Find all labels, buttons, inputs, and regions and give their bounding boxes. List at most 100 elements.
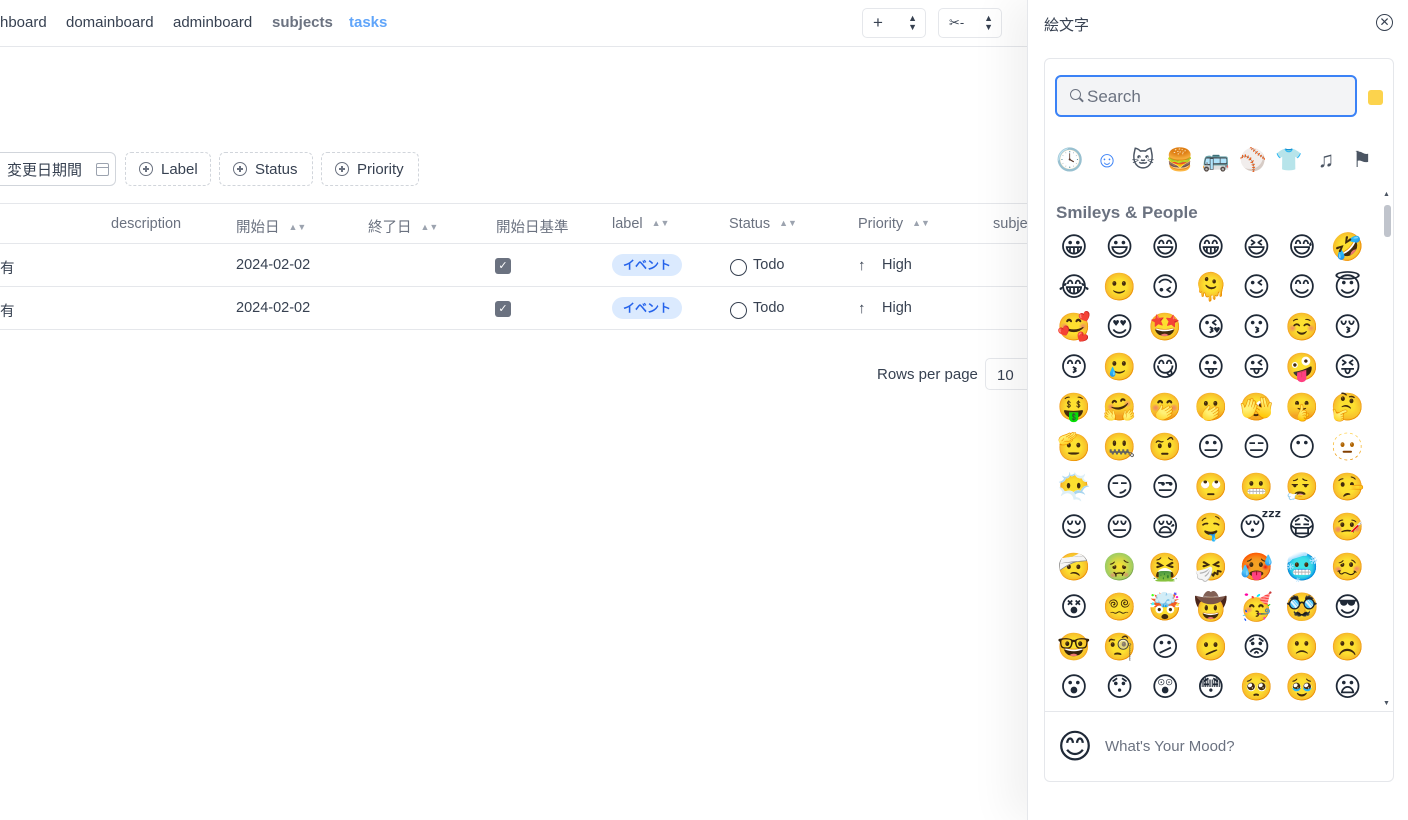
emoji-search-input[interactable] [1087,86,1347,108]
emoji-button[interactable]: 🧐 [1102,630,1138,666]
close-icon[interactable]: ✕ [1376,14,1393,31]
emoji-button[interactable]: 🫡 [1056,430,1092,466]
emoji-button[interactable]: 😶‍🌫️ [1056,470,1092,506]
emoji-button[interactable]: 😵‍💫 [1102,590,1138,626]
emoji-button[interactable]: 😎 [1330,590,1366,626]
scroll-up-icon[interactable]: ▲ [1382,191,1391,198]
nav-link-tasks[interactable]: tasks [349,14,387,31]
emoji-button[interactable]: 🥵 [1238,550,1274,586]
emoji-button[interactable]: 🥳 [1238,590,1274,626]
table-row[interactable]: 有 2024-02-02 ✓ イベント Todo ↑ High [0,244,1030,287]
skin-tone-selector[interactable] [1368,90,1383,105]
emoji-button[interactable]: 🤧 [1193,550,1229,586]
emoji-button[interactable]: 🤮 [1147,550,1183,586]
ball-icon[interactable]: ⚾ [1238,143,1268,177]
label-filter-button[interactable]: Label [125,152,211,186]
emoji-button[interactable]: 😷 [1284,510,1320,546]
nav-link-domainboard[interactable]: domainboard [66,14,154,31]
emoji-button[interactable]: 😅 [1284,230,1320,266]
flag-icon[interactable]: ⚑ [1347,143,1377,177]
emoji-button[interactable]: 😪 [1147,510,1183,546]
emoji-button[interactable]: 🥺 [1238,670,1274,706]
emoji-button[interactable]: 😄 [1147,230,1183,266]
emoji-button[interactable]: 🤯 [1147,590,1183,626]
emoji-button[interactable]: 🤤 [1193,510,1229,546]
emoji-button[interactable]: 🤪 [1284,350,1320,386]
status-filter-button[interactable]: Status [219,152,313,186]
emoji-button[interactable]: 🙃 [1147,270,1183,306]
emoji-search-box[interactable] [1055,75,1357,117]
start-basis-checkbox[interactable]: ✓ [495,301,511,317]
emoji-button[interactable]: 😘 [1193,310,1229,346]
tool-select[interactable]: ✂- ▲ ▼ [938,8,1002,38]
emoji-button[interactable]: 🫠 [1193,270,1229,306]
emoji-button[interactable]: 🥰 [1056,310,1092,346]
emoji-button[interactable]: 😙 [1056,350,1092,386]
header-end-date[interactable]: 終了日 ▲▼ [368,216,438,237]
table-row[interactable]: 有 2024-02-02 ✓ イベント Todo ↑ High [0,287,1030,330]
emoji-button[interactable]: 🤗 [1102,390,1138,426]
add-select[interactable]: + ▲ ▼ [862,8,926,38]
emoji-button[interactable]: 🙂 [1102,270,1138,306]
emoji-button[interactable]: 😲 [1147,670,1183,706]
emoji-button[interactable]: 🤩 [1147,310,1183,346]
emoji-button[interactable]: 🤒 [1330,510,1366,546]
emoji-button[interactable]: 😛 [1193,350,1229,386]
emoji-button[interactable]: 🤨 [1147,430,1183,466]
emoji-button[interactable]: 😁 [1193,230,1229,266]
emoji-button[interactable]: 😶 [1284,430,1320,466]
emoji-button[interactable]: 😜 [1238,350,1274,386]
emoji-button[interactable]: 🫥 [1330,430,1366,466]
emoji-button[interactable]: 🙁 [1284,630,1320,666]
smiley-icon[interactable]: ☺ [1092,143,1122,177]
scroll-down-icon[interactable]: ▼ [1382,700,1391,707]
emoji-button[interactable]: 😟 [1238,630,1274,666]
emoji-button[interactable]: 🤭 [1147,390,1183,426]
header-label[interactable]: label ▲▼ [612,216,669,232]
emoji-button[interactable]: 😴 [1238,510,1281,546]
scrollbar[interactable]: ▲ ▼ [1382,191,1391,707]
emoji-button[interactable]: 🤢 [1102,550,1138,586]
emoji-button[interactable]: 😑 [1238,430,1274,466]
emoji-button[interactable]: 🤐 [1102,430,1138,466]
nav-link-adminboard[interactable]: adminboard [173,14,252,31]
emoji-button[interactable]: 🤑 [1056,390,1092,426]
emoji-button[interactable]: 🤕 [1056,550,1092,586]
scroll-thumb[interactable] [1384,205,1391,237]
emoji-button[interactable]: ☹️ [1330,630,1366,666]
cat-icon[interactable]: 🐱 [1128,143,1158,177]
emoji-button[interactable]: 😐 [1193,430,1229,466]
emoji-button[interactable]: 😕 [1147,630,1183,666]
emoji-button[interactable]: 🙄 [1193,470,1229,506]
emoji-button[interactable]: 😚 [1330,310,1366,346]
emoji-button[interactable]: 🤠 [1193,590,1229,626]
emoji-button[interactable]: 😮‍💨 [1284,470,1320,506]
emoji-button[interactable]: 😮 [1056,670,1092,706]
emoji-button[interactable]: 😔 [1102,510,1138,546]
header-status[interactable]: Status ▲▼ [729,216,797,232]
emoji-button[interactable]: 😳 [1193,670,1229,706]
emoji-button[interactable]: 🥴 [1330,550,1366,586]
emoji-button[interactable]: ☺️ [1284,310,1320,346]
recent-icon[interactable]: 🕓 [1055,143,1085,177]
emoji-button[interactable]: 🤓 [1056,630,1092,666]
emoji-button[interactable]: 😗 [1238,310,1274,346]
emoji-button[interactable]: 😏 [1102,470,1138,506]
nav-link-subjects[interactable]: subjects [272,14,333,31]
emoji-button[interactable]: 😂 [1056,270,1092,306]
emoji-button[interactable]: 😝 [1330,350,1366,386]
burger-icon[interactable]: 🍔 [1165,143,1195,177]
emoji-button[interactable]: 🫤 [1193,630,1229,666]
emoji-button[interactable]: 😒 [1147,470,1183,506]
emoji-button[interactable]: 🤣 [1330,230,1366,266]
nav-link-dashboard[interactable]: hboard [0,14,47,31]
date-range-filter[interactable]: 変更日期間 [0,152,116,186]
emoji-button[interactable]: 🫣 [1238,390,1274,426]
emoji-button[interactable]: 😦 [1330,670,1366,706]
priority-filter-button[interactable]: Priority [321,152,419,186]
start-basis-checkbox[interactable]: ✓ [495,258,511,274]
emoji-button[interactable]: 🥹 [1284,670,1320,706]
emoji-button[interactable]: 🤥 [1330,470,1366,506]
emoji-button[interactable]: 🤫 [1284,390,1320,426]
emoji-button[interactable]: 😬 [1238,470,1274,506]
